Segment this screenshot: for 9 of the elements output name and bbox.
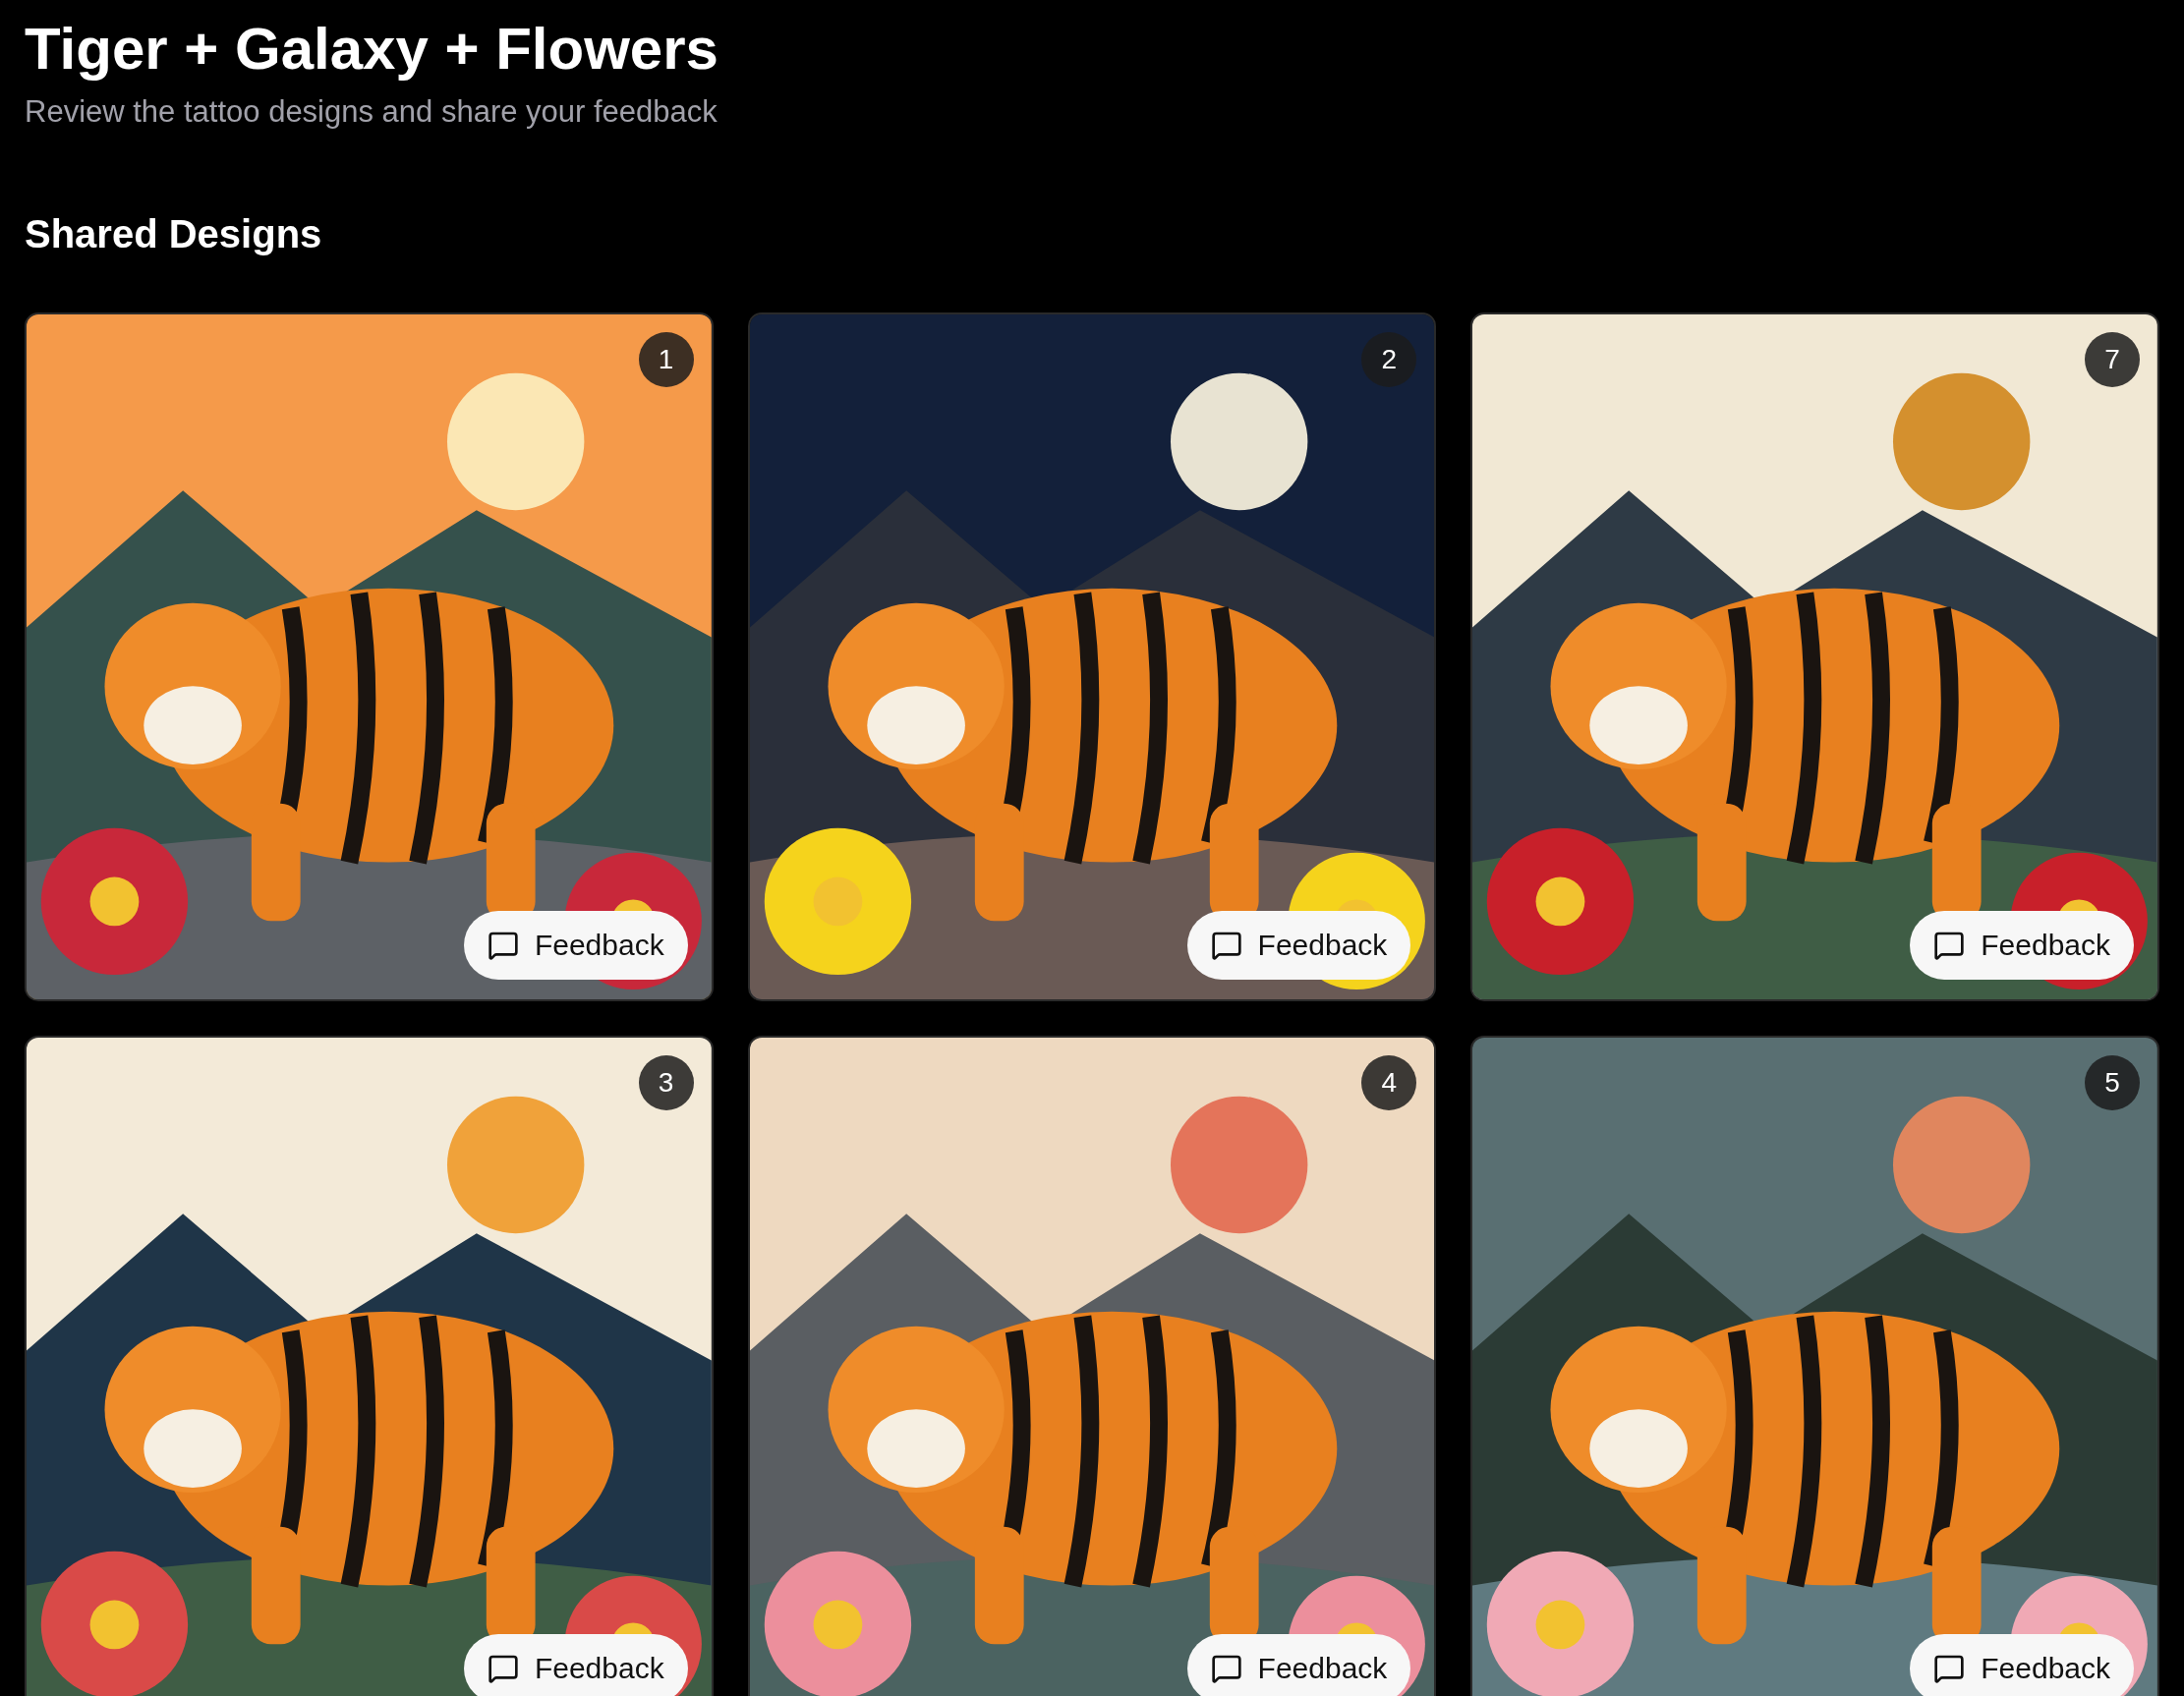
feedback-button[interactable]: Feedback: [1186, 910, 1411, 980]
feedback-button[interactable]: Feedback: [463, 910, 688, 980]
feedback-button[interactable]: Feedback: [1910, 1633, 2134, 1696]
feedback-button[interactable]: Feedback: [463, 1633, 688, 1696]
section-title: Shared Designs: [25, 210, 323, 257]
page-subtitle: Review the tattoo designs and share your feedback: [25, 93, 718, 131]
feedback-button[interactable]: Feedback: [1186, 1633, 1411, 1696]
feedback-button[interactable]: Feedback: [1910, 910, 2134, 980]
page-title: Tiger + Galaxy + Flowers: [25, 15, 719, 84]
